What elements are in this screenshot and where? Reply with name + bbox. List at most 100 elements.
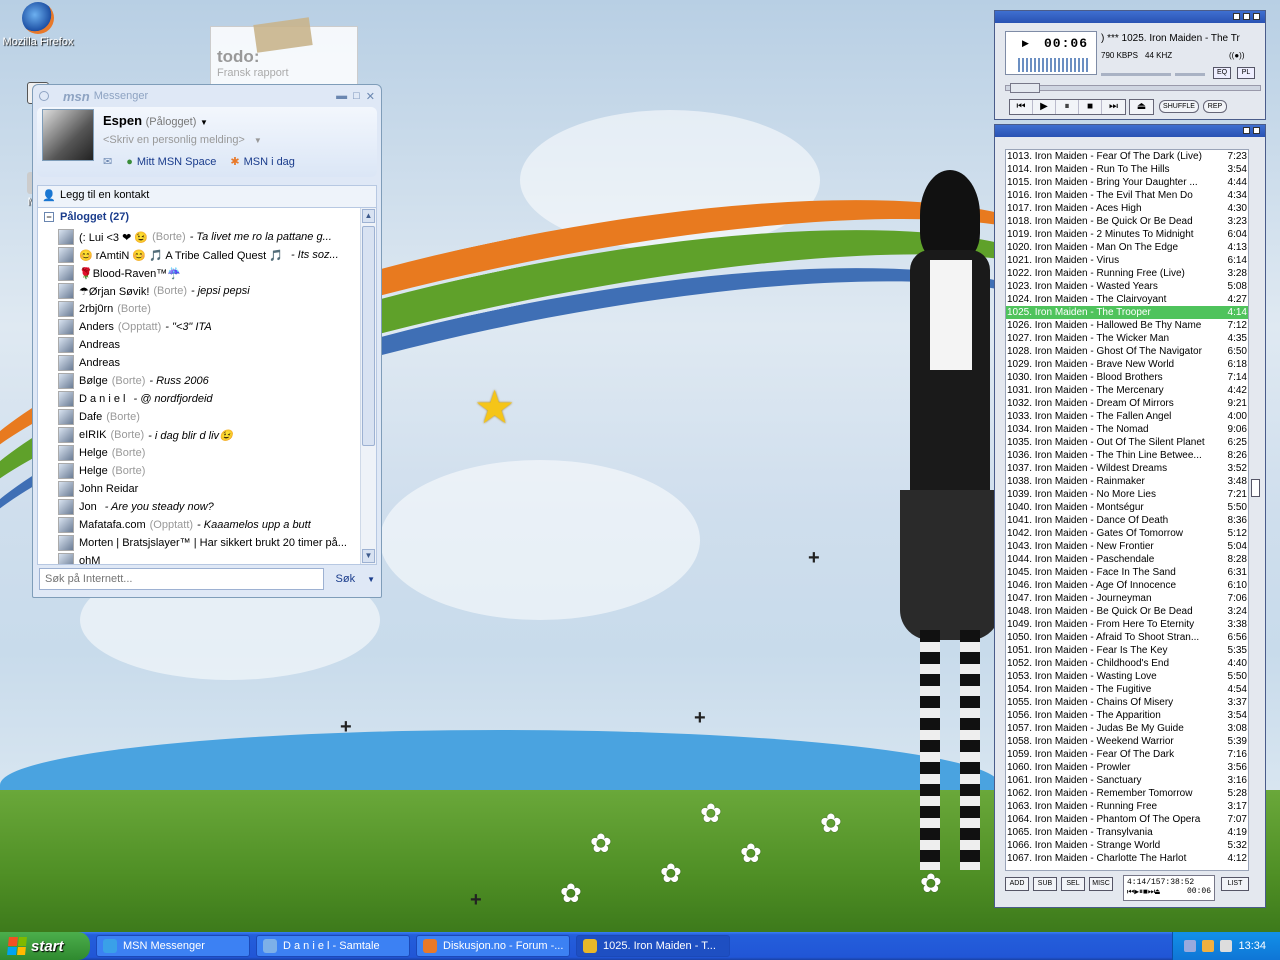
playlist-item[interactable]: 1049. Iron Maiden - From Here To Eternit…	[1006, 618, 1248, 631]
playlist-item[interactable]: 1018. Iron Maiden - Be Quick Or Be Dead 3…	[1006, 215, 1248, 228]
contact-row[interactable]: ohM	[58, 552, 364, 564]
playlist-item[interactable]: 1028. Iron Maiden - Ghost Of The Navigat…	[1006, 345, 1248, 358]
close-button[interactable]	[1253, 13, 1260, 20]
contact-row[interactable]: 2rbj0rn (Borte)	[58, 300, 364, 318]
playlist-titlebar[interactable]	[995, 125, 1265, 137]
contact-row[interactable]: D a n i e l - @ nordfjordeid	[58, 390, 364, 408]
eq-button[interactable]: EQ	[1213, 67, 1231, 79]
playlist-item[interactable]: 1036. Iron Maiden - The Thin Line Betwee…	[1006, 449, 1248, 462]
contact-row[interactable]: Anders (Opptatt) - "<3" ITA	[58, 318, 364, 336]
playlist-scrollbar[interactable]	[1251, 149, 1261, 871]
playlist-item[interactable]: 1062. Iron Maiden - Remember Tomorrow 5:2…	[1006, 787, 1248, 800]
list-button[interactable]: LIST	[1221, 877, 1249, 891]
contact-row[interactable]: Helge (Borte)	[58, 462, 364, 480]
playlist-item[interactable]: 1055. Iron Maiden - Chains Of Misery 3:37	[1006, 696, 1248, 709]
playlist-item[interactable]: 1033. Iron Maiden - The Fallen Angel 4:00	[1006, 410, 1248, 423]
shuffle-button[interactable]: SHUFFLE	[1159, 100, 1199, 113]
close-button[interactable]	[1253, 127, 1260, 134]
playlist-item[interactable]: 1031. Iron Maiden - The Mercenary 4:42	[1006, 384, 1248, 397]
msn-today-link[interactable]: ✱ MSN i dag	[230, 155, 295, 169]
add-button[interactable]: ADD	[1005, 877, 1029, 891]
playlist-item[interactable]: 1064. Iron Maiden - Phantom Of The Opera…	[1006, 813, 1248, 826]
contact-row[interactable]: Morten | Bratsjslayer™ | Har sikkert bru…	[58, 534, 364, 552]
playlist-item[interactable]: 1042. Iron Maiden - Gates Of Tomorrow 5:1…	[1006, 527, 1248, 540]
playlist-item[interactable]: 1058. Iron Maiden - Weekend Warrior 5:39	[1006, 735, 1248, 748]
playlist-item[interactable]: 1065. Iron Maiden - Transylvania 4:19	[1006, 826, 1248, 839]
scrollbar-thumb[interactable]	[362, 226, 375, 446]
select-button[interactable]: SEL	[1061, 877, 1085, 891]
volume-icon[interactable]	[1220, 940, 1233, 952]
playlist-item[interactable]: 1061. Iron Maiden - Sanctuary 3:16	[1006, 774, 1248, 787]
remove-button[interactable]: SUB	[1033, 877, 1057, 891]
search-input[interactable]	[39, 568, 324, 590]
playlist-item[interactable]: 1054. Iron Maiden - The Fugitive 4:54	[1006, 683, 1248, 696]
playlist-item[interactable]: 1023. Iron Maiden - Wasted Years 5:08	[1006, 280, 1248, 293]
playlist-item[interactable]: 1066. Iron Maiden - Strange World 5:32	[1006, 839, 1248, 852]
seek-bar[interactable]	[1005, 83, 1261, 93]
playlist-item[interactable]: 1039. Iron Maiden - No More Lies 7:21	[1006, 488, 1248, 501]
search-button[interactable]: Søk	[328, 573, 364, 585]
playlist-item[interactable]: 1067. Iron Maiden - Charlotte The Harlot…	[1006, 852, 1248, 865]
contact-row[interactable]: Andreas	[58, 354, 364, 372]
playlist-item-current[interactable]: 1025. Iron Maiden - The Trooper 4:14	[1006, 306, 1248, 319]
maximize-button[interactable]: □	[353, 90, 360, 103]
repeat-button[interactable]: REP	[1203, 100, 1227, 113]
playlist-item[interactable]: 1048. Iron Maiden - Be Quick Or Be Dead 3…	[1006, 605, 1248, 618]
contact-row[interactable]: ☂Ørjan Søvik! (Borte) - jepsi pepsi	[58, 282, 364, 300]
taskbar-item[interactable]: MSN Messenger	[96, 935, 250, 957]
playlist-item[interactable]: 1037. Iron Maiden - Wildest Dreams 3:52	[1006, 462, 1248, 475]
clock[interactable]: 13:34	[1238, 940, 1266, 952]
seek-knob[interactable]	[1010, 83, 1040, 93]
contact-row[interactable]: Helge (Borte)	[58, 444, 364, 462]
shade-button[interactable]	[1243, 13, 1250, 20]
scroll-up-icon[interactable]: ▲	[362, 209, 375, 223]
play-button[interactable]: ▶	[1033, 100, 1056, 114]
playlist-item[interactable]: 1034. Iron Maiden - The Nomad 9:06	[1006, 423, 1248, 436]
playlist-item[interactable]: 1022. Iron Maiden - Running Free (Live) 3…	[1006, 267, 1248, 280]
winamp-main-window[interactable]: ▶ 00:06 ) *** 1025. Iron Maiden - The Tr…	[994, 10, 1266, 120]
playlist-item[interactable]: 1047. Iron Maiden - Journeyman 7:06	[1006, 592, 1248, 605]
contact-list-scrollbar[interactable]: ▲ ▼	[360, 208, 376, 564]
playlist-item[interactable]: 1052. Iron Maiden - Childhood's End 4:40	[1006, 657, 1248, 670]
playlist-item[interactable]: 1019. Iron Maiden - 2 Minutes To Midnigh…	[1006, 228, 1248, 241]
playlist-item[interactable]: 1024. Iron Maiden - The Clairvoyant 4:27	[1006, 293, 1248, 306]
minimize-button[interactable]: ▬	[336, 90, 347, 103]
playlist-item[interactable]: 1020. Iron Maiden - Man On The Edge 4:13	[1006, 241, 1248, 254]
playlist-item[interactable]: 1030. Iron Maiden - Blood Brothers 7:14	[1006, 371, 1248, 384]
contact-row[interactable]: John Reidar	[58, 480, 364, 498]
collapse-icon[interactable]: −	[44, 212, 54, 222]
contact-row[interactable]: Bølge (Borte) - Russ 2006	[58, 372, 364, 390]
playlist-item[interactable]: 1057. Iron Maiden - Judas Be My Guide 3:0…	[1006, 722, 1248, 735]
playlist-item[interactable]: 1063. Iron Maiden - Running Free 3:17	[1006, 800, 1248, 813]
playlist-item[interactable]: 1026. Iron Maiden - Hallowed Be Thy Name…	[1006, 319, 1248, 332]
contact-row[interactable]: (: Lui <3 ❤ 😉 (Borte) - Ta livet me ro la …	[58, 228, 364, 246]
playlist-item[interactable]: 1013. Iron Maiden - Fear Of The Dark (Li…	[1006, 150, 1248, 163]
visualizer[interactable]	[1018, 58, 1088, 72]
msn-messenger-window[interactable]: msn Messenger ▬ □ ✕ Espen (Pålogget) ▼ <…	[32, 84, 382, 598]
msn-titlebar[interactable]: msn Messenger ▬ □ ✕	[33, 85, 381, 107]
close-button[interactable]: ✕	[366, 90, 375, 103]
playlist-item[interactable]: 1050. Iron Maiden - Afraid To Shoot Stra…	[1006, 631, 1248, 644]
taskbar-item[interactable]: D a n i e l - Samtale	[256, 935, 410, 957]
playlist-item[interactable]: 1044. Iron Maiden - Paschendale 8:28	[1006, 553, 1248, 566]
search-options-icon[interactable]: ▼	[367, 575, 375, 584]
playlist-item[interactable]: 1015. Iron Maiden - Bring Your Daughter …	[1006, 176, 1248, 189]
playlist-item[interactable]: 1056. Iron Maiden - The Apparition 3:54	[1006, 709, 1248, 722]
mini-transport-controls[interactable]: ⏮▶⏸■⏭⏏	[1127, 887, 1160, 897]
previous-button[interactable]: ⏮	[1010, 100, 1033, 114]
playlist-item[interactable]: 1032. Iron Maiden - Dream Of Mirrors 9:21	[1006, 397, 1248, 410]
user-name[interactable]: Espen (Pålogget) ▼	[103, 113, 208, 128]
misc-button[interactable]: MISC	[1089, 877, 1113, 891]
add-contact-button[interactable]: 👤 Legg til en kontakt	[37, 185, 377, 207]
contact-row[interactable]: 🌹Blood-Raven™☔	[58, 264, 364, 282]
eject-button[interactable]: ⏏	[1130, 100, 1153, 114]
winamp-window[interactable]: ▶ 00:06 ) *** 1025. Iron Maiden - The Tr…	[994, 10, 1266, 908]
playlist-item[interactable]: 1060. Iron Maiden - Prowler 3:56	[1006, 761, 1248, 774]
playlist-item[interactable]: 1043. Iron Maiden - New Frontier 5:04	[1006, 540, 1248, 553]
time-display[interactable]: ▶ 00:06	[1005, 31, 1097, 75]
playlist-item[interactable]: 1051. Iron Maiden - Fear Is The Key 5:35	[1006, 644, 1248, 657]
contact-row[interactable]: eIRIK (Borte) - i dag blir d liv😉	[58, 426, 364, 444]
playlist-item[interactable]: 1014. Iron Maiden - Run To The Hills 3:54	[1006, 163, 1248, 176]
desktop-icon-firefox[interactable]: Mozilla Firefox	[2, 2, 74, 48]
playlist-item[interactable]: 1045. Iron Maiden - Face In The Sand 6:31	[1006, 566, 1248, 579]
